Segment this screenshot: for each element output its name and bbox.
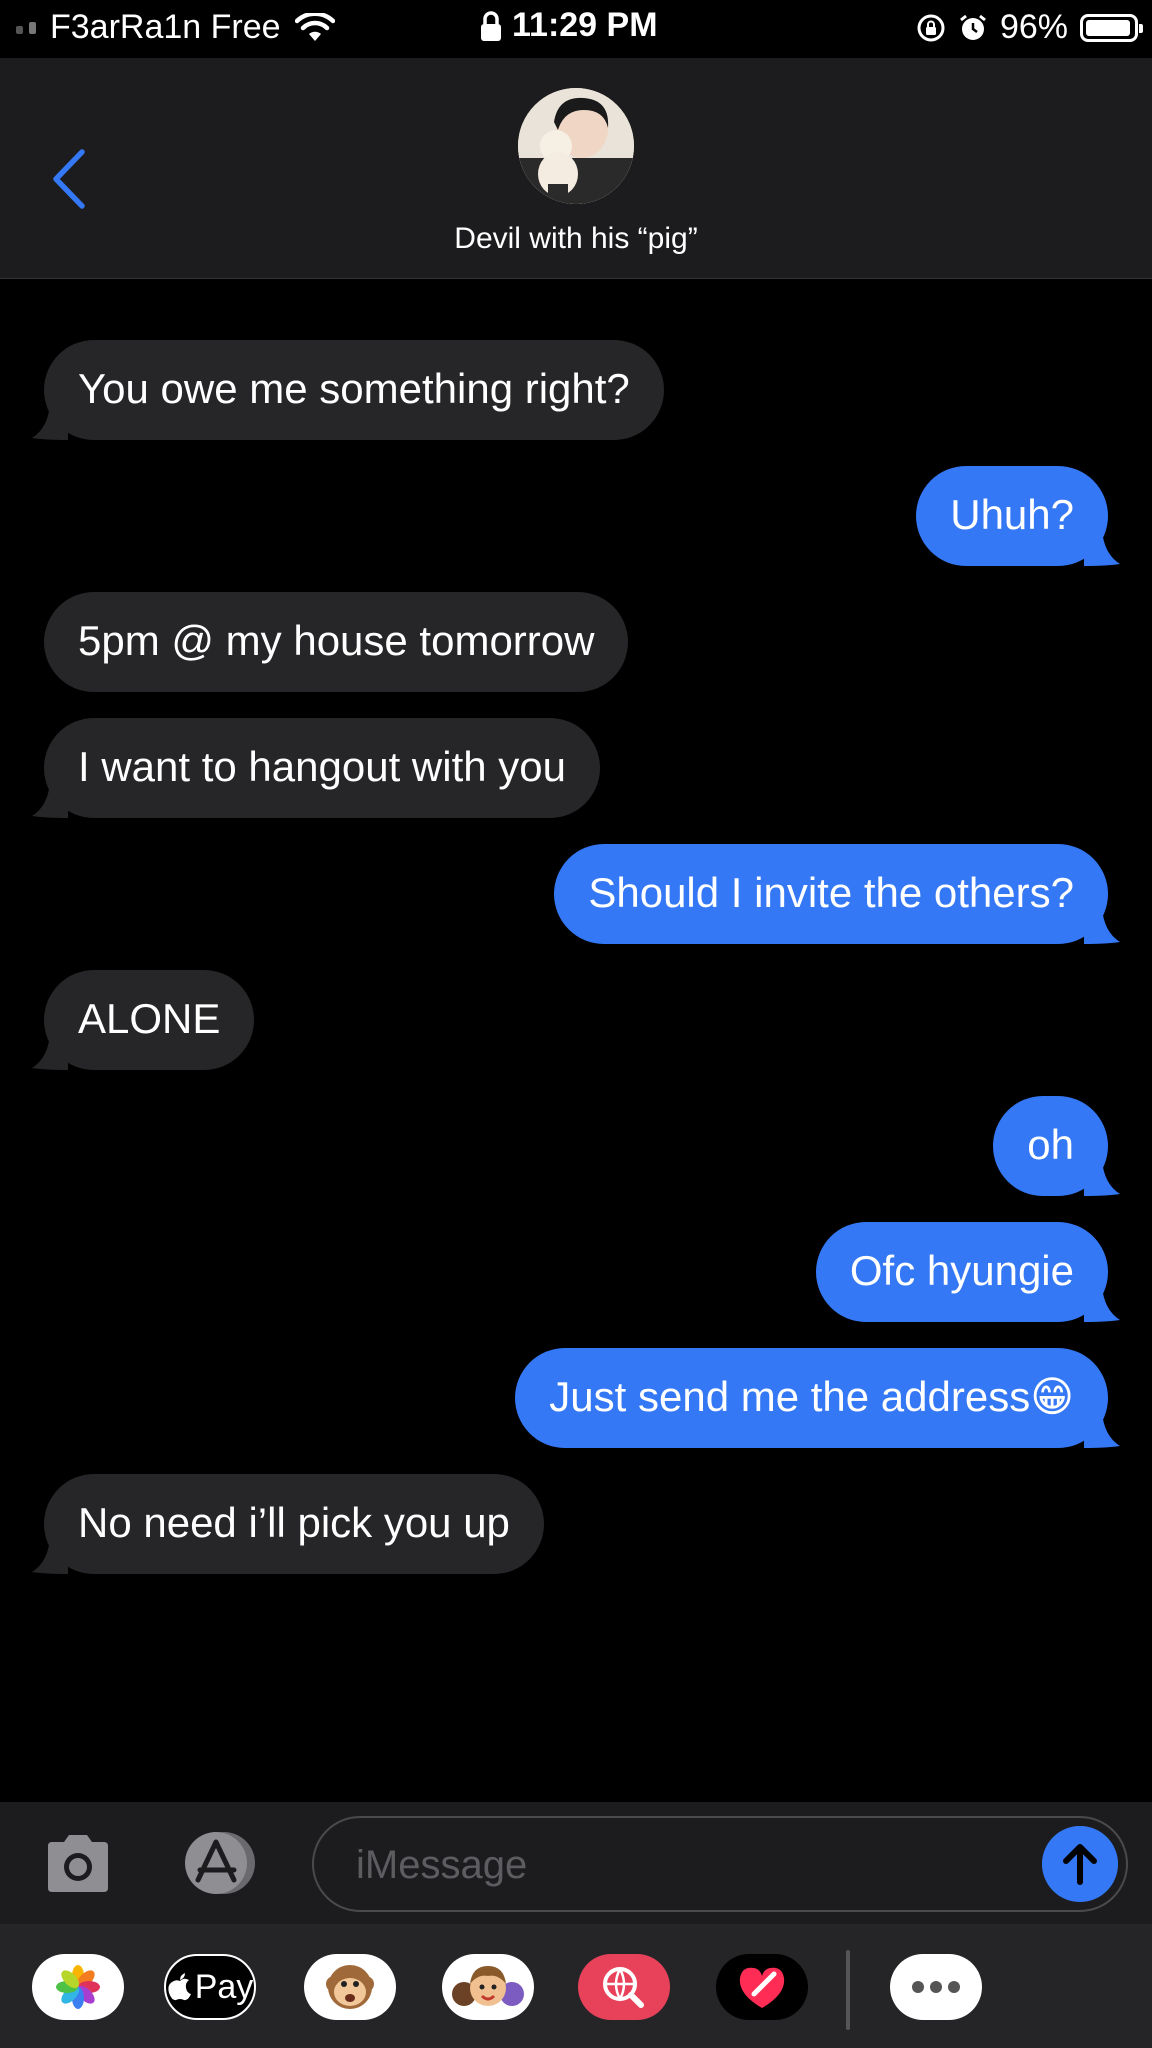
message-row: You owe me something right? [32, 340, 664, 440]
message-text: ALONE [78, 995, 221, 1042]
message-text: I want to hangout with you [78, 743, 566, 790]
bubble-tail [1084, 1412, 1120, 1448]
message-row: No need i’ll pick you up [32, 1474, 544, 1574]
memoji-icon [452, 1966, 524, 2006]
status-right: 96% [916, 8, 1143, 47]
bubble-tail [32, 782, 68, 818]
message-text: Just send me the address😁 [549, 1373, 1074, 1420]
incoming-message[interactable]: I want to hangout with you [32, 718, 600, 818]
contact-name[interactable]: Devil with his “pig” [0, 222, 1152, 256]
message-text: oh [1027, 1121, 1074, 1168]
outgoing-message[interactable]: Uhuh? [916, 466, 1120, 566]
incoming-message[interactable]: 5pm @ my house tomorrow [44, 592, 629, 692]
bubble-tail [1084, 908, 1120, 944]
clock: 11:29 PM [512, 6, 658, 44]
status-left: F3arRa1n Free [16, 8, 335, 47]
outgoing-message[interactable]: oh [993, 1096, 1120, 1196]
send-button[interactable] [1042, 1826, 1118, 1902]
photos-app-button[interactable] [32, 1954, 124, 2020]
message-row: Uhuh? [916, 466, 1120, 566]
message-row: ALONE [32, 970, 255, 1070]
status-center: 11:29 PM [480, 6, 658, 45]
message-text: No need i’ll pick you up [78, 1499, 510, 1546]
message-input[interactable] [354, 1818, 998, 1912]
monkey-icon [326, 1965, 374, 2009]
apple-pay-app-button[interactable]: Pay [164, 1954, 256, 2020]
compose-bar [0, 1802, 1152, 1924]
bubble-tail [32, 1034, 68, 1070]
drawer-divider [846, 1950, 850, 2030]
contact-avatar[interactable] [518, 88, 634, 204]
app-drawer: Pay [0, 1924, 1152, 2048]
message-text: You owe me something right? [78, 365, 630, 412]
bubble-tail [1084, 530, 1120, 566]
photos-icon [56, 1965, 100, 2009]
outgoing-message[interactable]: Ofc hyungie [815, 1222, 1120, 1322]
message-row: 5pm @ my house tomorrow [44, 592, 629, 692]
globe-search-icon [603, 1967, 644, 2008]
animoji-app-button[interactable] [304, 1954, 396, 2020]
message-text: 5pm @ my house tomorrow [78, 617, 595, 664]
bubble-tail [32, 404, 68, 440]
status-bar: F3arRa1n Free 11:29 PM 96% [0, 0, 1152, 58]
message-text: Uhuh? [950, 491, 1074, 538]
incoming-message[interactable]: You owe me something right? [32, 340, 664, 440]
message-row: Should I invite the others? [554, 844, 1120, 944]
conversation-header: Devil with his “pig” [0, 58, 1152, 279]
message-text: Ofc hyungie [849, 1247, 1074, 1294]
more-apps-button[interactable] [890, 1954, 982, 2020]
signal-icon [16, 21, 36, 34]
incoming-message[interactable]: ALONE [32, 970, 255, 1070]
battery-icon [1080, 13, 1143, 42]
imessage-field [312, 1816, 1128, 1912]
heart-icon [739, 1967, 785, 2008]
orientation-lock-icon [917, 14, 945, 41]
wifi-icon [294, 12, 335, 41]
incoming-message[interactable]: No need i’ll pick you up [32, 1474, 544, 1574]
digital-touch-app-button[interactable] [716, 1954, 808, 2020]
message-row: Just send me the address😁 [515, 1348, 1120, 1448]
message-list: You owe me something right? Uhuh? 5pm @ … [0, 278, 1152, 1802]
bubble-tail [1084, 1286, 1120, 1322]
camera-icon[interactable] [44, 1832, 112, 1894]
alarm-icon [960, 14, 986, 40]
bubble-tail [1084, 1160, 1120, 1196]
lock-icon [481, 10, 501, 41]
bubble-tail [32, 1538, 68, 1574]
message-row: oh [993, 1096, 1120, 1196]
battery-percent: 96% [999, 8, 1068, 46]
carrier-label: F3arRa1n Free [50, 8, 281, 46]
ellipsis-icon [912, 1981, 960, 1993]
apple-logo-icon [168, 1973, 191, 2001]
image-search-app-button[interactable] [578, 1954, 670, 2020]
message-row: I want to hangout with you [32, 718, 600, 818]
outgoing-message[interactable]: Should I invite the others? [554, 844, 1120, 944]
apple-pay-label: Pay [194, 1967, 254, 2006]
outgoing-message[interactable]: Just send me the address😁 [515, 1348, 1120, 1448]
message-text: Should I invite the others? [588, 869, 1074, 916]
message-row: Ofc hyungie [815, 1222, 1120, 1322]
app-store-icon[interactable] [176, 1830, 264, 1896]
memoji-app-button[interactable] [442, 1954, 534, 2020]
back-chevron-icon[interactable] [44, 144, 94, 214]
